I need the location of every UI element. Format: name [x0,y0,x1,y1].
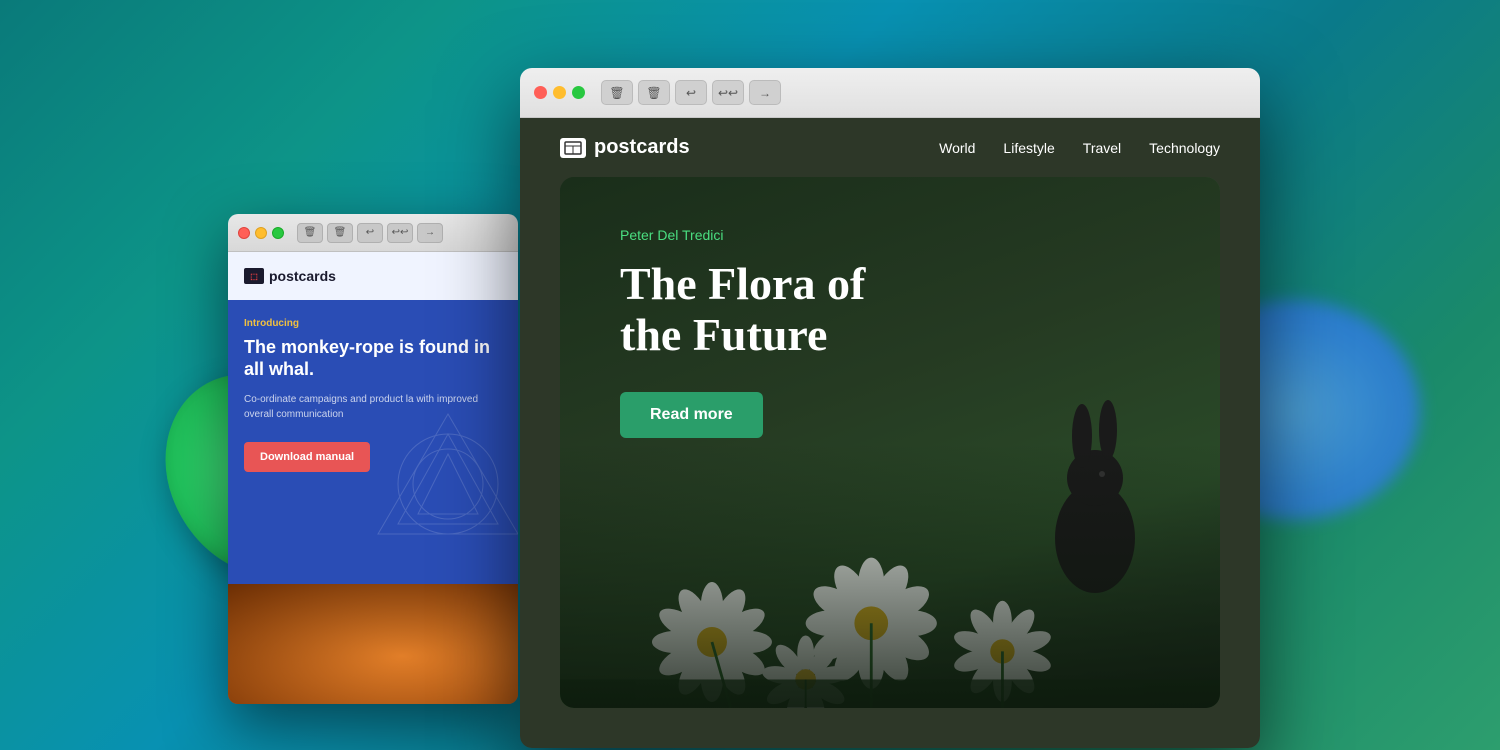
download-manual-button[interactable]: Download manual [244,442,370,472]
trash-icon[interactable]: 🗑 [297,223,323,243]
front-traffic-light-yellow[interactable] [553,86,566,99]
hero-gradient-overlay [560,443,1220,709]
email-image-overlay [228,584,518,704]
email-introducing-label: Introducing [244,318,502,329]
email-client-window: 🗑 🗑 ↩ ↩↩ → ⬚ postcards Introdu [228,214,518,704]
hero-title-line1: The Flora of [620,258,865,309]
front-trash-x-icon[interactable]: 🗑 [638,80,670,105]
postcards-logo-small: ⬚ postcards [244,268,336,284]
hero-author: Peter Del Tredici [620,227,865,243]
email-content: ⬚ postcards Introducing The monkey-rope … [228,252,518,704]
postcards-icon-large [560,138,586,158]
geometric-bg [368,404,518,564]
nav-link-lifestyle[interactable]: Lifestyle [1003,140,1054,156]
postcards-brand-name-large: postcards [594,136,690,159]
front-reply-icon[interactable]: ↩ [675,80,707,105]
reply-all-icon[interactable]: ↩↩ [387,223,413,243]
email-headline: The monkey-rope is found in all whal. [244,337,502,380]
front-trash-icon[interactable]: 🗑 [601,80,633,105]
traffic-light-red[interactable] [238,227,250,239]
front-traffic-light-red[interactable] [534,86,547,99]
postcards-icon-small: ⬚ [244,268,264,284]
postcards-logo-large: postcards [560,136,690,159]
traffic-light-green[interactable] [272,227,284,239]
window-titlebar-front: 🗑 🗑 ↩ ↩↩ → [520,68,1260,118]
nav-link-technology[interactable]: Technology [1149,140,1220,156]
hero-text-block: Peter Del Tredici The Flora of the Futur… [620,227,865,438]
front-forward-icon[interactable]: → [749,80,781,105]
trash-x-icon[interactable]: 🗑 [327,223,353,243]
email-image-section [228,584,518,704]
front-traffic-light-green[interactable] [572,86,585,99]
nav-link-world[interactable]: World [939,140,975,156]
titlebar-icons: 🗑 🗑 ↩ ↩↩ → [297,223,443,243]
nav-link-travel[interactable]: Travel [1083,140,1121,156]
hero-title-line2: the Future [620,309,827,360]
email-body-section: Introducing The monkey-rope is found in … [228,300,518,584]
front-titlebar-icons: 🗑 🗑 ↩ ↩↩ → [601,80,781,105]
website-content: postcards World Lifestyle Travel Technol… [520,118,1260,748]
window-titlebar-back: 🗑 🗑 ↩ ↩↩ → [228,214,518,252]
email-header: ⬚ postcards [228,252,518,300]
website-nav: postcards World Lifestyle Travel Technol… [520,118,1260,177]
nav-links: World Lifestyle Travel Technology [939,140,1220,156]
hero-title: The Flora of the Future [620,259,865,360]
postcards-icon-svg [564,141,582,155]
postcards-brand-name-small: postcards [269,268,336,284]
forward-icon[interactable]: → [417,223,443,243]
reply-icon[interactable]: ↩ [357,223,383,243]
front-reply-all-icon[interactable]: ↩↩ [712,80,744,105]
traffic-light-yellow[interactable] [255,227,267,239]
website-window: 🗑 🗑 ↩ ↩↩ → postcards World [520,68,1260,748]
hero-section: Peter Del Tredici The Flora of the Futur… [560,177,1220,708]
read-more-button[interactable]: Read more [620,392,763,438]
